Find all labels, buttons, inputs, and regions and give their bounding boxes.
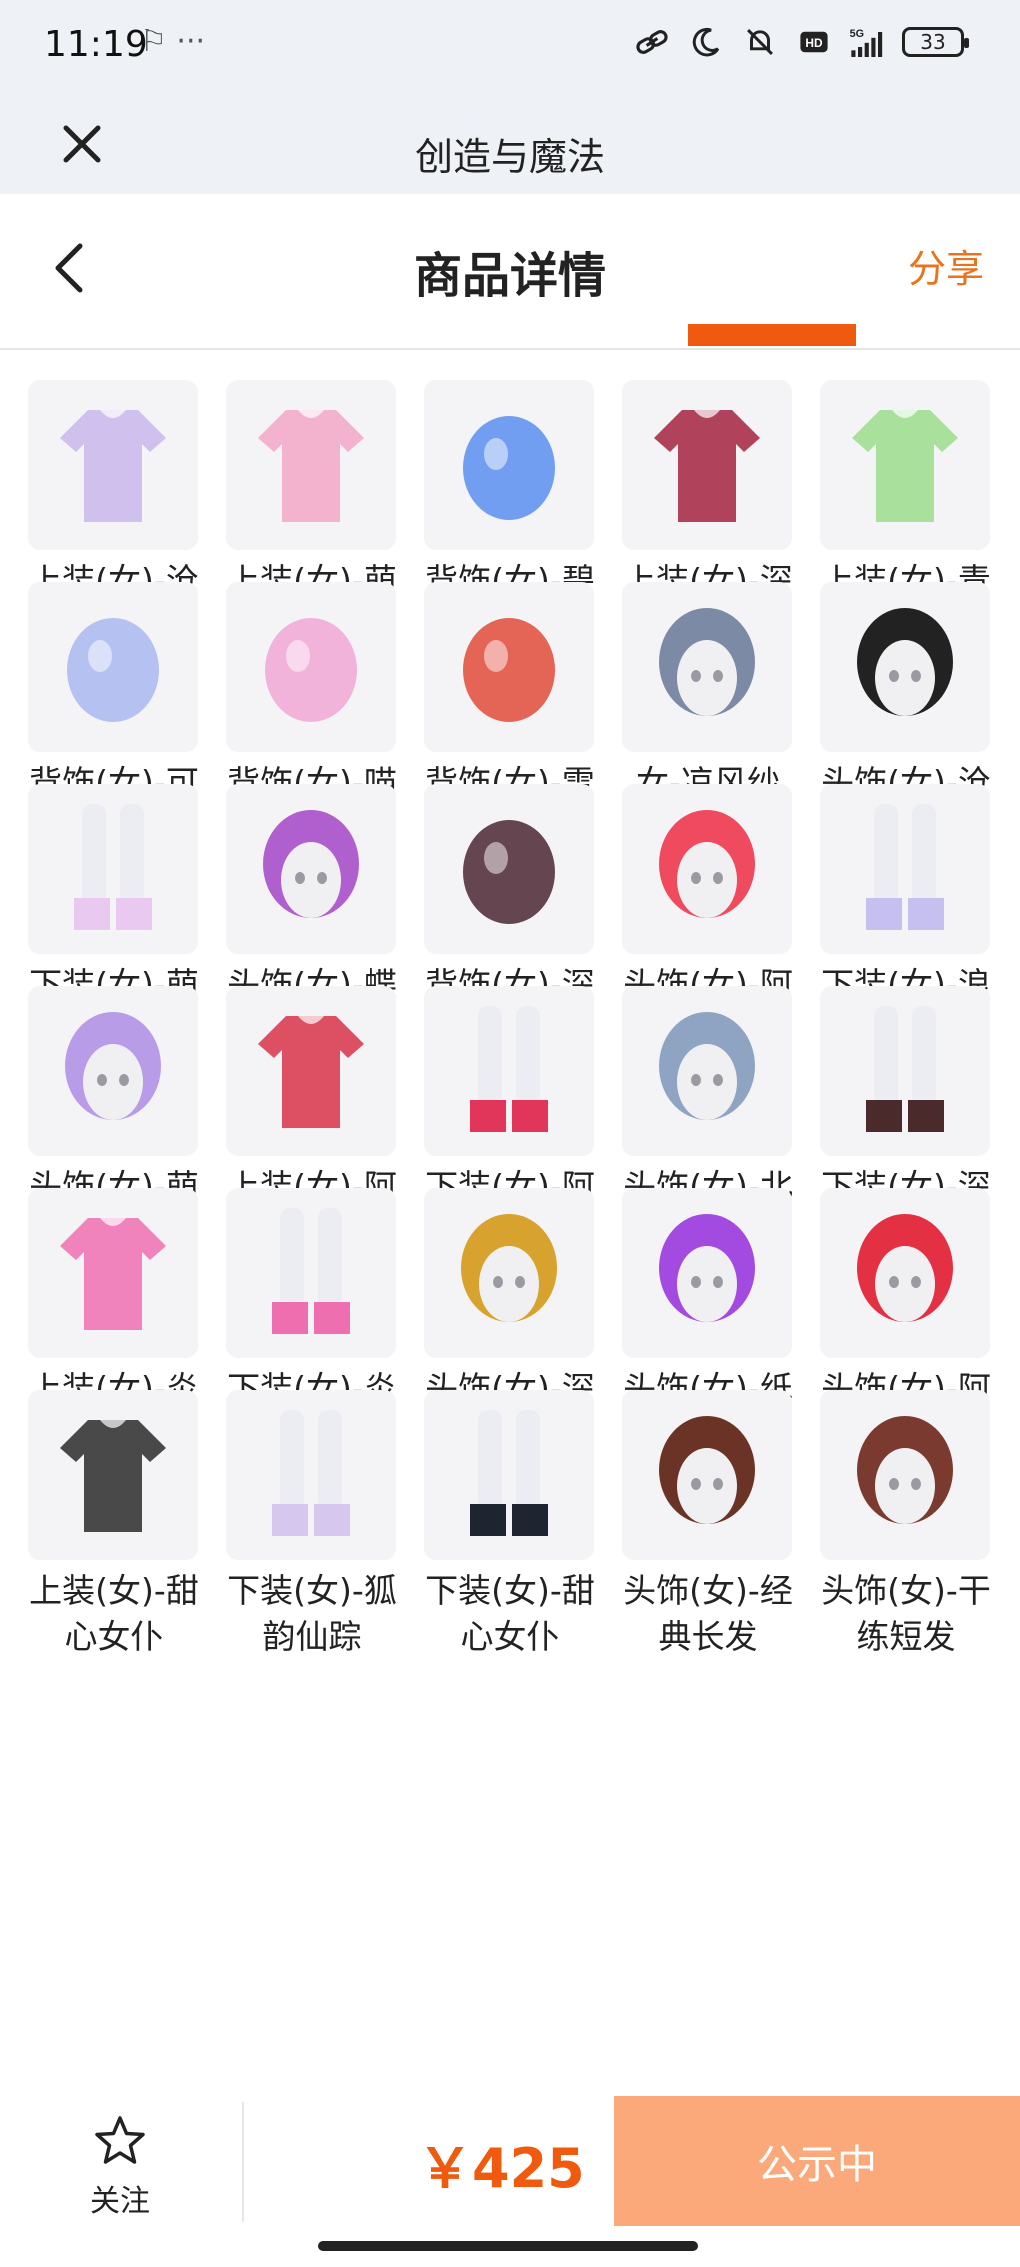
hd-icon: HD (794, 22, 834, 62)
top-outfit-icon (28, 380, 198, 550)
head-accessory-icon (622, 986, 792, 1156)
follow-button[interactable]: 关注 (60, 2114, 180, 2220)
app-bar: 创造与魔法 (0, 100, 1020, 194)
back-accessory-icon (226, 582, 396, 752)
svg-text:5G: 5G (850, 28, 864, 40)
top-outfit-icon (820, 380, 990, 550)
item-label: 头饰(女)-经典长发 (623, 1571, 793, 1656)
top-outfit-icon (226, 380, 396, 550)
head-accessory-icon (28, 986, 198, 1156)
top-outfit-icon (622, 380, 792, 550)
status-notification-icons: ⚐ ··· (140, 24, 206, 59)
grid-item[interactable]: 上装(女)-甜心女仆 (28, 1390, 200, 1682)
bottom-outfit-icon (820, 986, 990, 1156)
top-outfit-icon (226, 986, 396, 1156)
grid-item[interactable]: 头饰(女)-经典长发 (622, 1390, 794, 1682)
bottom-outfit-icon (424, 986, 594, 1156)
head-accessory-icon (820, 582, 990, 752)
bottom-outfit-icon (226, 1188, 396, 1358)
back-accessory-icon (424, 582, 594, 752)
status-time: 11:19 (44, 24, 148, 65)
status-bar: 11:19 ⚐ ··· HD 5G 33 (0, 0, 1020, 100)
app-title: 创造与魔法 (414, 135, 605, 179)
status-button[interactable]: 公示中 (614, 2096, 1020, 2226)
head-accessory-icon (820, 1390, 990, 1560)
head-accessory-icon (820, 1188, 990, 1358)
bottom-outfit-icon (424, 1390, 594, 1560)
home-indicator[interactable] (318, 2241, 698, 2251)
top-outfit-icon (28, 1188, 198, 1358)
divider (242, 2102, 244, 2222)
follow-label: 关注 (90, 2184, 150, 2219)
battery-icon: 33 (902, 27, 969, 57)
share-button[interactable]: 分享 (908, 238, 984, 293)
bottom-outfit-icon (226, 1390, 396, 1560)
head-accessory-icon (622, 1188, 792, 1358)
page-header: 商品详情 分享 (0, 194, 1020, 350)
head-accessory-icon (622, 784, 792, 954)
top-outfit-icon (28, 1390, 198, 1560)
grid-item[interactable]: 头饰(女)-干练短发 (820, 1390, 992, 1682)
item-label: 上装(女)-甜心女仆 (29, 1571, 199, 1656)
moon-icon (686, 22, 726, 62)
star-icon (95, 2116, 145, 2164)
item-label: 头饰(女)-干练短发 (821, 1571, 991, 1656)
head-accessory-icon (622, 1390, 792, 1560)
head-accessory-icon (424, 1188, 594, 1358)
back-accessory-icon (28, 582, 198, 752)
bell-muted-icon (740, 22, 780, 62)
status-icons: HD 5G 33 (632, 22, 969, 62)
svg-text:HD: HD (805, 36, 823, 50)
bottom-outfit-icon (820, 784, 990, 954)
back-accessory-icon (424, 784, 594, 954)
page-title: 商品详情 (413, 248, 606, 304)
head-accessory-icon (622, 582, 792, 752)
item-label: 下装(女)-狐韵仙踪 (227, 1571, 397, 1656)
item-label: 下装(女)-甜心女仆 (425, 1571, 595, 1656)
grid-item[interactable]: 下装(女)-甜心女仆 (424, 1390, 596, 1682)
head-accessory-icon (226, 784, 396, 954)
price: ￥425 (418, 2137, 585, 2200)
signal-icon: 5G (848, 22, 888, 62)
back-accessory-icon (424, 380, 594, 550)
bottom-outfit-icon (28, 784, 198, 954)
link-icon (632, 22, 672, 62)
tab-indicator (688, 324, 856, 346)
grid-item[interactable]: 下装(女)-狐韵仙踪 (226, 1390, 398, 1682)
